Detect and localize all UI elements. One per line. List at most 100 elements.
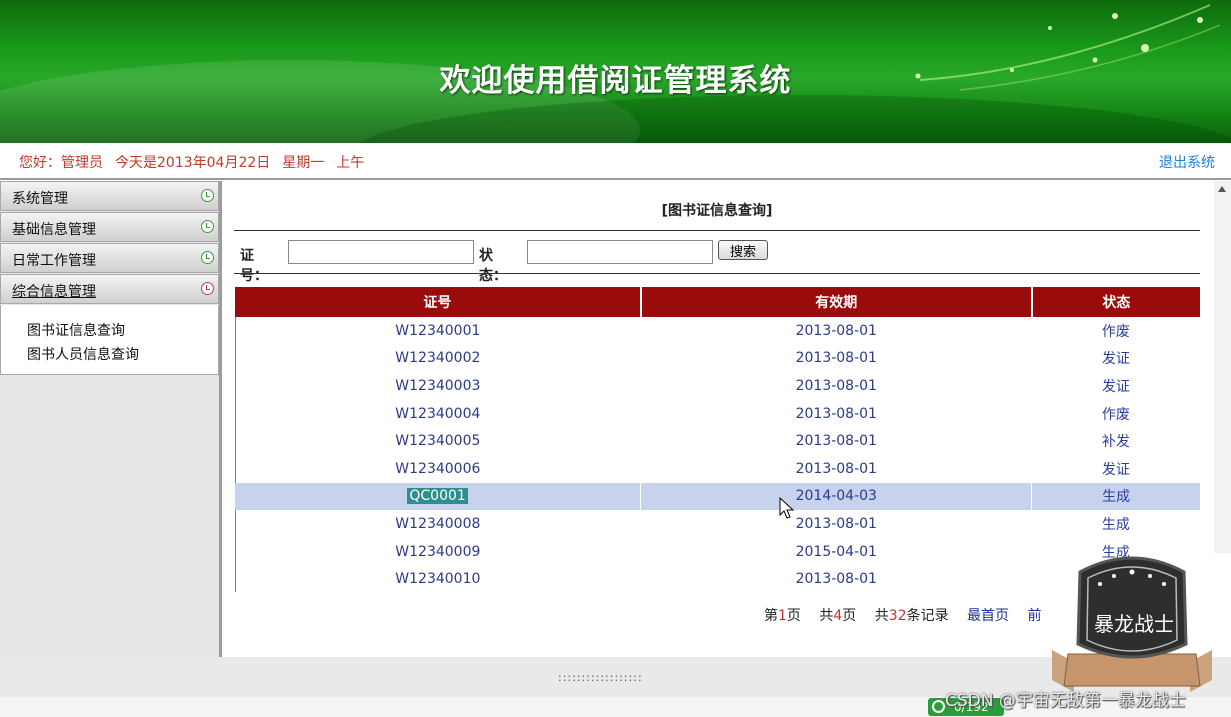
cell-text: 补发 <box>1101 434 1130 451</box>
cell-text: W12340009 <box>395 543 481 560</box>
sidebar-item-system[interactable]: 系统管理 <box>0 181 219 211</box>
table-row[interactable]: W12340008 2013-08-01 生成 <box>235 510 1200 538</box>
cell-status: 补发 <box>1032 427 1200 455</box>
cell-card-number: W12340008 <box>235 510 641 538</box>
search-button[interactable]: 搜索 <box>718 240 768 260</box>
mouse-cursor-icon <box>779 497 795 519</box>
cell-valid-until: 2013-08-01 <box>641 427 1032 455</box>
cell-card-number: W12340001 <box>235 317 641 345</box>
cell-text: W12340002 <box>395 350 481 367</box>
watermark-text: CSDN @宇宙无敌第一暴龙战士 <box>945 691 1186 711</box>
header-banner: 欢迎使用借阅证管理系统 <box>0 0 1231 143</box>
status-label: 状态： <box>479 248 507 284</box>
first-page-link[interactable]: 最首页 <box>967 608 1009 624</box>
cell-text: W12340008 <box>395 515 481 532</box>
cell-card-number: W12340002 <box>235 345 641 373</box>
card-number-label: 证号： <box>240 248 268 284</box>
cell-valid-until: 2013-08-01 <box>641 565 1032 593</box>
cell-valid-until: 2013-08-01 <box>641 400 1032 428</box>
cell-status: 发证 <box>1032 455 1200 483</box>
cell-card-number: W12340005 <box>235 427 641 455</box>
pagination: 第1页 共4页 共32条记录 最首页 前 <box>764 605 1055 625</box>
cell-text: W12340001 <box>395 322 481 339</box>
sidebar: 系统管理 基础信息管理 日常工作管理 综合信息管理 图书证信息查询 图书人员信息… <box>0 181 222 657</box>
previous-page-link[interactable]: 前 <box>1027 608 1041 624</box>
sidebar-item-label: 综合信息管理 <box>12 284 96 300</box>
submenu-item-card-query[interactable]: 图书证信息查询 <box>27 319 218 343</box>
cell-card-number: W12340004 <box>235 400 641 428</box>
cell-text: 2013-08-01 <box>795 571 877 588</box>
table-row[interactable]: QC0001 2014-04-03 生成 <box>235 482 1200 511</box>
cell-text: 2015-04-01 <box>795 543 877 560</box>
info-bar: 您好：管理员 今天是2013年04月22日 星期一 上午 退出系统 <box>0 143 1231 180</box>
cell-status: 生成 <box>1031 482 1200 511</box>
current-page-number: 1 <box>778 608 787 624</box>
cell-text: 发证 <box>1101 351 1130 368</box>
total-pages-info: 共4页 <box>819 608 857 624</box>
cell-text: 2013-08-01 <box>795 405 877 422</box>
card-number-input[interactable] <box>288 240 474 264</box>
status-input[interactable] <box>527 240 713 264</box>
sidebar-item-label: 基础信息管理 <box>12 222 96 238</box>
cell-text: 发证 <box>1101 461 1130 478</box>
cell-valid-until: 2013-08-01 <box>641 317 1032 345</box>
cell-card-number: QC0001 <box>235 482 642 511</box>
cell-text: 2013-08-01 <box>795 515 877 532</box>
column-header-status[interactable]: 状态 <box>1031 287 1200 317</box>
table-header-row: 证号 有效期 状态 <box>235 287 1200 317</box>
frame-splitter-handle[interactable]: :::::::::::::::::: <box>558 671 643 684</box>
card-table: 证号 有效期 状态 W12340001 2013-08-01 作废 W12340002… <box>235 287 1200 593</box>
user-greeting: 您好：管理员 <box>19 155 103 171</box>
cell-text: W12340005 <box>395 433 481 450</box>
divider <box>234 230 1200 231</box>
cell-valid-until: 2014-04-03 <box>640 482 1033 511</box>
cell-card-number: W12340006 <box>235 455 641 483</box>
cell-text: W12340003 <box>395 377 481 394</box>
cell-status: 作废 <box>1032 400 1200 428</box>
table-row[interactable]: W12340005 2013-08-01 补发 <box>235 427 1200 455</box>
cell-text: 2013-08-01 <box>795 377 877 394</box>
cell-text: 生成 <box>1101 516 1130 533</box>
sidebar-item-label: 日常工作管理 <box>12 253 96 269</box>
table-row[interactable]: W12340006 2013-08-01 发证 <box>235 455 1200 483</box>
table-row[interactable]: W12340004 2013-08-01 作废 <box>235 400 1200 428</box>
badge-text: 暴龙战士 <box>1094 612 1174 636</box>
cell-card-number: W12340009 <box>235 538 641 566</box>
current-date: 今天是2013年04月22日 <box>115 155 271 171</box>
sidebar-item-basic-info[interactable]: 基础信息管理 <box>0 212 219 242</box>
cell-text: 生成 <box>1102 489 1131 506</box>
cell-status: 发证 <box>1032 345 1200 373</box>
sidebar-item-daily-work[interactable]: 日常工作管理 <box>0 243 219 273</box>
cell-valid-until: 2013-08-01 <box>641 455 1032 483</box>
cell-text: W12340010 <box>395 571 481 588</box>
cell-valid-until: 2013-08-01 <box>641 510 1032 538</box>
clock-toggle-icon <box>201 282 214 295</box>
cell-status: 发证 <box>1032 372 1200 400</box>
sidebar-item-comprehensive-info[interactable]: 综合信息管理 <box>0 274 219 304</box>
cell-status: 生成 <box>1032 510 1200 538</box>
cell-status: 作废 <box>1032 317 1200 345</box>
system-title: 欢迎使用借阅证管理系统 <box>439 63 792 99</box>
cell-card-number: W12340003 <box>235 372 641 400</box>
column-header-card-number[interactable]: 证号 <box>235 287 642 317</box>
sidebar-item-label: 系统管理 <box>12 191 68 207</box>
table-row[interactable]: W12340003 2013-08-01 发证 <box>235 372 1200 400</box>
cell-valid-until: 2013-08-01 <box>641 372 1032 400</box>
cell-text: 发证 <box>1101 378 1130 395</box>
logout-link[interactable]: 退出系统 <box>1159 152 1215 172</box>
submenu-item-person-query[interactable]: 图书人员信息查询 <box>27 343 218 367</box>
scroll-up-arrow-icon[interactable] <box>1218 186 1226 192</box>
table-row[interactable]: W12340001 2013-08-01 作废 <box>235 317 1200 345</box>
cell-text: 2013-08-01 <box>795 350 877 367</box>
submenu: 图书证信息查询 图书人员信息查询 <box>0 305 219 375</box>
cell-card-number: W12340010 <box>235 565 641 593</box>
vertical-scrollbar[interactable] <box>1214 181 1231 553</box>
watermark-badge: 暴龙战士 <box>1044 552 1220 702</box>
column-header-valid-until[interactable]: 有效期 <box>640 287 1033 317</box>
clock-toggle-icon <box>201 251 214 264</box>
table-row[interactable]: W12340002 2013-08-01 发证 <box>235 345 1200 373</box>
current-page-info: 第1页 <box>764 608 801 624</box>
cell-valid-until: 2015-04-01 <box>641 538 1032 566</box>
cell-valid-until: 2013-08-01 <box>641 345 1032 373</box>
cell-text: 作废 <box>1101 406 1130 423</box>
